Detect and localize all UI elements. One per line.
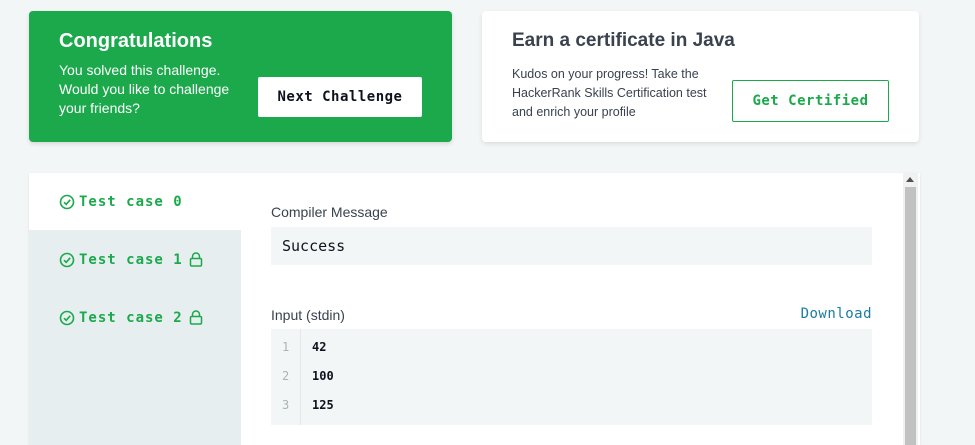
scrollbar-thumb[interactable] [905,187,916,445]
stdin-code-block: 1 42 2 100 3 125 [271,329,872,425]
tab-test-case-1[interactable]: Test case 1 [29,231,241,288]
get-certified-button[interactable]: Get Certified [732,80,889,122]
line-text: 125 [312,398,334,412]
lock-icon [189,310,202,325]
congrats-message: You solved this challenge. Would you lik… [59,62,230,116]
scroll-up-arrow-icon[interactable] [906,177,914,182]
test-results-panel: Test case 0 Test case 1 Test case 2 Comp… [29,173,920,445]
certificate-card: Earn a certificate in Java Kudos on your… [482,11,919,142]
certificate-message: Kudos on your progress! Take the HackerR… [512,67,707,119]
congrats-title: Congratulations [59,30,213,52]
tab-label: Test case 1 [79,251,183,268]
line-number: 3 [282,398,290,412]
line-text: 42 [312,340,327,354]
line-text: 100 [312,369,334,383]
tab-label: Test case 0 [79,193,183,210]
next-challenge-button[interactable]: Next Challenge [258,77,422,117]
tab-label: Test case 2 [79,309,183,326]
congrats-card: Congratulations You solved this challeng… [29,11,452,142]
code-line: 2 100 [271,362,872,391]
code-line: 3 125 [271,391,872,420]
test-case-details: Compiler Message Success Input (stdin) D… [271,173,872,445]
compiler-message-output: Success [271,227,872,265]
download-link[interactable]: Download [801,306,872,322]
line-number: 2 [282,369,290,383]
vertical-scrollbar[interactable] [903,173,918,445]
test-case-tabs: Test case 0 Test case 1 Test case 2 [29,173,241,445]
code-line: 1 42 [271,333,872,362]
lock-icon [189,252,202,267]
check-circle-icon [59,310,75,325]
line-number: 1 [282,340,290,354]
tab-test-case-2[interactable]: Test case 2 [29,289,241,346]
check-circle-icon [59,252,75,267]
tab-test-case-0[interactable]: Test case 0 [29,173,241,230]
check-circle-icon [59,194,75,209]
stdin-label: Input (stdin) [271,307,345,323]
certificate-title: Earn a certificate in Java [512,30,735,51]
compiler-message-label: Compiler Message [271,204,388,220]
